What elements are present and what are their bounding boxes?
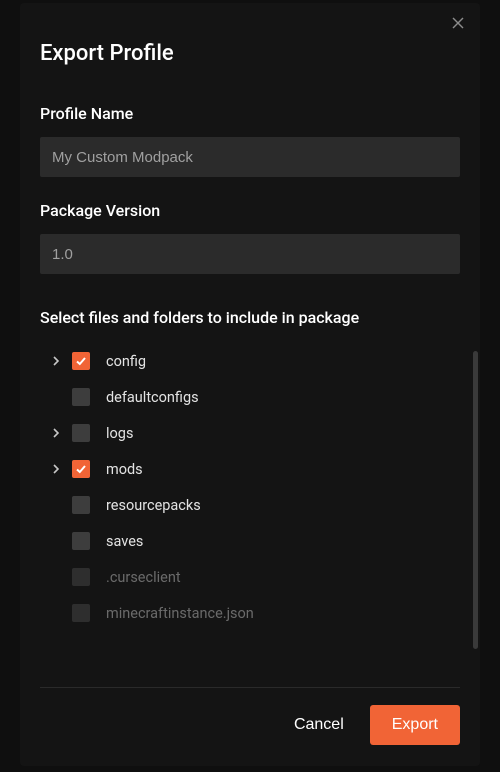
package-version-field: Package Version [40,201,460,274]
dialog-footer: Cancel Export [20,688,480,766]
file-name-label: defaultconfigs [106,389,199,406]
file-checkbox[interactable] [72,496,90,514]
export-profile-dialog: Export Profile Profile Name Package Vers… [20,3,480,766]
close-button[interactable] [448,13,468,33]
file-name-label: .curseclient [106,569,181,586]
chevron-right-icon [52,356,60,366]
close-icon [452,17,464,29]
file-row-mods: mods [40,451,460,487]
files-section-label: Select files and folders to include in p… [40,308,460,327]
file-name-label: saves [106,533,143,550]
file-name-label: resourcepacks [106,497,201,514]
file-checkbox[interactable] [72,352,90,370]
file-checkbox[interactable] [72,388,90,406]
package-version-label: Package Version [40,201,460,220]
profile-name-input[interactable] [40,137,460,177]
check-icon [75,463,87,475]
expand-toggle[interactable] [40,464,72,474]
profile-name-field: Profile Name [40,104,460,177]
file-checkbox[interactable] [72,532,90,550]
file-name-label: mods [106,461,143,478]
file-name-label: config [106,353,146,370]
file-row-resourcepacks: resourcepacks [40,487,460,523]
file-name-label: logs [106,425,133,442]
file-checkbox [72,604,90,622]
file-row-config: config [40,343,460,379]
file-row-saves: saves [40,523,460,559]
chevron-right-icon [52,428,60,438]
cancel-button[interactable]: Cancel [290,708,348,742]
file-checkbox[interactable] [72,460,90,478]
dialog-title: Export Profile [40,41,460,66]
file-row-minecraftinstance.json: minecraftinstance.json [40,595,460,631]
check-icon [75,355,87,367]
scrollbar-thumb[interactable] [473,351,478,649]
file-row-logs: logs [40,415,460,451]
profile-name-label: Profile Name [40,104,460,123]
file-name-label: minecraftinstance.json [106,605,254,622]
package-version-input[interactable] [40,234,460,274]
chevron-right-icon [52,464,60,474]
file-row-.curseclient: .curseclient [40,559,460,595]
export-button[interactable]: Export [370,705,460,745]
file-list: config defaultconfigs logs mods resourcepack… [40,343,460,687]
file-checkbox[interactable] [72,424,90,442]
expand-toggle[interactable] [40,356,72,366]
file-row-defaultconfigs: defaultconfigs [40,379,460,415]
expand-toggle[interactable] [40,428,72,438]
file-checkbox [72,568,90,586]
